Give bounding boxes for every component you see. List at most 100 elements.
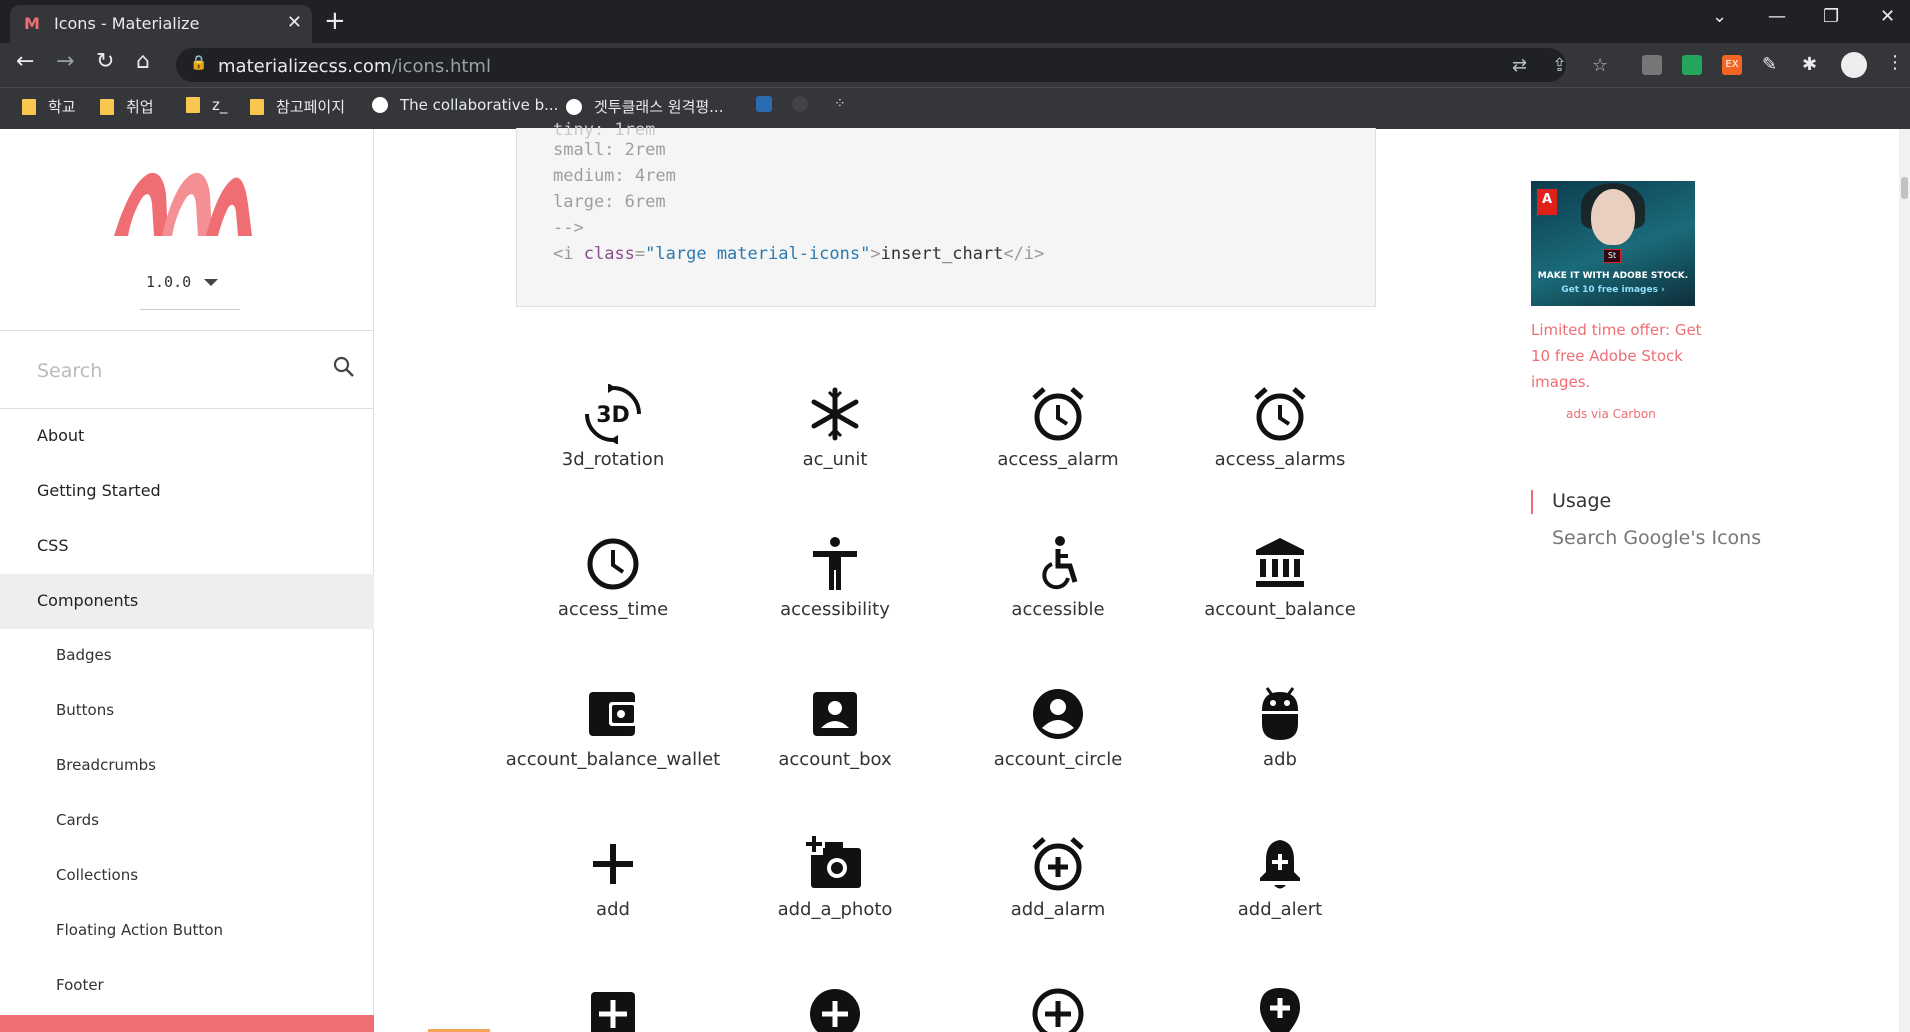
nav-label: Getting Started	[37, 481, 161, 500]
code-line-clipped: tiny: 1rem	[553, 120, 656, 140]
extension-ex-icon[interactable]: EX	[1722, 55, 1742, 75]
materialize-logo-icon[interactable]	[110, 164, 256, 244]
nav-floating-action-button[interactable]: Floating Action Button	[0, 904, 374, 959]
reload-icon[interactable]: ↻	[96, 49, 114, 74]
code-gt: >	[870, 244, 881, 264]
icon-cell-access-alarm[interactable]: access_alarm	[947, 372, 1169, 522]
icon-cell-access-time[interactable]: access_time	[502, 522, 724, 672]
forward-icon[interactable]: →	[56, 49, 74, 74]
nav-components[interactable]: Components	[0, 574, 374, 629]
page-scrollbar[interactable]	[1899, 129, 1910, 1032]
toc-usage-link[interactable]: Usage	[1552, 490, 1611, 512]
nav-breadcrumbs[interactable]: Breadcrumbs	[0, 739, 374, 794]
tab-close-icon[interactable]: ✕	[287, 12, 302, 33]
icon-cell-account-balance[interactable]: account_balance	[1169, 522, 1391, 672]
globe-icon	[566, 98, 582, 115]
restore-icon[interactable]: ❐	[1823, 6, 1839, 27]
icon-cell-account-balance-wallet[interactable]: account_balance_wallet	[502, 672, 724, 822]
code-attr: class	[583, 244, 635, 264]
scrollbar-thumb[interactable]	[1901, 177, 1908, 199]
bookmark-github[interactable]	[792, 96, 820, 112]
profile-avatar[interactable]	[1841, 52, 1867, 78]
add-alert-bell-icon	[1260, 840, 1300, 889]
bookmark-folder-reference[interactable]: 참고페이지	[250, 96, 345, 117]
plus-icon	[593, 844, 633, 884]
nav-collections[interactable]: Collections	[0, 849, 374, 904]
icon-cell-add-circle[interactable]	[724, 972, 946, 1032]
icon-cell-ac-unit[interactable]: ac_unit	[724, 372, 946, 522]
translate-icon[interactable]: ⇄	[1512, 55, 1527, 76]
bookmark-folder-z[interactable]: z_	[186, 96, 227, 114]
minimize-icon[interactable]: —	[1768, 6, 1786, 27]
chevron-down-icon[interactable]	[204, 279, 218, 286]
bookmark-folder-jobs[interactable]: 취업	[100, 96, 154, 117]
home-icon[interactable]: ⌂	[136, 49, 150, 74]
tab-search-icon[interactable]: ⌄	[1712, 6, 1727, 27]
icon-cell-add-circle-outline[interactable]	[947, 972, 1169, 1032]
icon-cell-account-circle[interactable]: account_circle	[947, 672, 1169, 822]
bookmark-c-site[interactable]	[756, 96, 784, 112]
extension-1-icon[interactable]	[1642, 55, 1662, 75]
nav-css[interactable]: CSS	[0, 519, 374, 574]
browser-tab[interactable]: M Icons - Materialize ✕	[10, 5, 312, 43]
icon-cell-access-alarms[interactable]: access_alarms	[1169, 372, 1391, 522]
adobe-logo-icon: A	[1537, 189, 1557, 215]
bookmark-folder-school[interactable]: 학교	[22, 96, 76, 117]
icon-cell-3d-rotation[interactable]: 3D 3d_rotation	[502, 372, 724, 522]
bookmark-collaborative[interactable]: The collaborative b...	[372, 96, 558, 114]
code-line: large: 6rem	[553, 192, 666, 212]
close-window-icon[interactable]: ✕	[1880, 6, 1895, 27]
icon-name: 3d_rotation	[561, 449, 665, 470]
icon-cell-add-alarm[interactable]: add_alarm	[947, 822, 1169, 972]
new-tab-icon[interactable]: +	[324, 6, 346, 36]
browser-menu-icon[interactable]: ⋮	[1886, 52, 1904, 73]
nav-cards[interactable]: Cards	[0, 794, 374, 849]
nav-getting-started[interactable]: Getting Started	[0, 464, 374, 519]
icon-cell-add[interactable]: add	[502, 822, 724, 972]
share-icon[interactable]: ⇪	[1552, 55, 1567, 76]
nav-footer[interactable]: Footer	[0, 959, 374, 1014]
materialize-favicon-icon: M	[24, 14, 40, 33]
search-icon[interactable]	[332, 355, 356, 379]
ad-banner-image[interactable]: A St MAKE IT WITH ADOBE STOCK. Get 10 fr…	[1531, 181, 1695, 306]
bookmark-label: 취업	[126, 98, 154, 116]
nav-badges[interactable]: Badges	[0, 629, 374, 684]
nav-about[interactable]: About	[0, 409, 374, 464]
toc-search-icons-link[interactable]: Search Google's Icons	[1552, 527, 1761, 549]
lock-icon[interactable]: 🔒	[190, 55, 207, 71]
url-text[interactable]: materializecss.com/icons.html	[218, 56, 491, 77]
icon-cell-add-location[interactable]	[1169, 972, 1391, 1032]
extensions-puzzle-icon[interactable]: ✱	[1802, 54, 1817, 75]
icon-name: access_time	[557, 599, 669, 620]
icon-cell-add-box[interactable]	[502, 972, 724, 1032]
icon-cell-adb[interactable]: adb	[1169, 672, 1391, 822]
code-text: insert_chart	[880, 244, 1004, 264]
ad-banner-subtitle: Get 10 free images ›	[1561, 285, 1665, 295]
bookmark-star-icon[interactable]: ☆	[1592, 55, 1608, 76]
code-line: small: 2rem	[553, 140, 666, 160]
sidebar-active-bar	[0, 1015, 374, 1032]
icon-cell-account-box[interactable]: account_box	[724, 672, 946, 822]
bookmark-gettoclass[interactable]: 겟투클래스 원격평...	[566, 96, 723, 117]
ad-text-link[interactable]: Limited time offer: Get 10 free Adobe St…	[1531, 317, 1706, 395]
icon-name: adb	[1263, 749, 1297, 770]
version-selector[interactable]: 1.0.0	[146, 273, 191, 291]
nav-label: Badges	[56, 646, 112, 664]
icon-name: add_alert	[1237, 899, 1323, 920]
icon-cell-add-a-photo[interactable]: add_a_photo	[724, 822, 946, 972]
adobe-stock-icon: St	[1603, 249, 1621, 263]
pen-extension-icon[interactable]: ✎	[1762, 54, 1777, 75]
ads-via-carbon-link[interactable]: ads via Carbon	[1566, 407, 1656, 421]
icon-cell-add-alert[interactable]: add_alert	[1169, 822, 1391, 972]
android-adb-icon	[1262, 687, 1298, 740]
code-tag-open: <i	[553, 244, 574, 264]
extension-2-icon[interactable]	[1682, 55, 1702, 75]
search-input[interactable]: Search	[37, 360, 102, 382]
nav-buttons[interactable]: Buttons	[0, 684, 374, 739]
icon-cell-accessible[interactable]: accessible	[947, 522, 1169, 672]
bookmark-dots[interactable]: ⁘	[834, 96, 846, 112]
icon-cell-accessibility[interactable]: accessibility	[724, 522, 946, 672]
nav-label: CSS	[37, 536, 69, 555]
back-icon[interactable]: ←	[16, 49, 34, 74]
address-bar[interactable]: 🔒 materializecss.com/icons.html ⇄ ⇪ ☆	[176, 48, 1608, 82]
